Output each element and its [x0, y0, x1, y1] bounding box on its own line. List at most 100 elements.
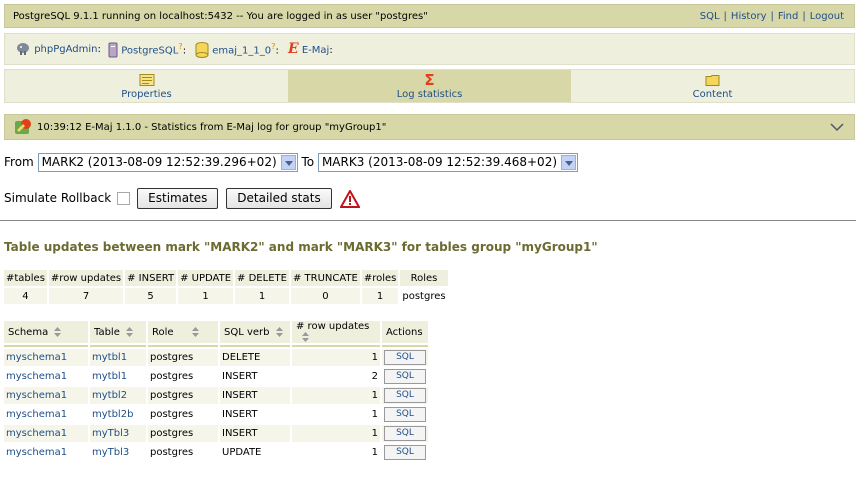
to-label: To [301, 155, 315, 169]
page-title: 10:39:12 E-Maj 1.1.0 - Statistics from E… [37, 122, 387, 133]
sql-button[interactable]: SQL [384, 388, 426, 403]
verb-cell: INSERT [220, 387, 290, 404]
summary-header: # INSERT [125, 270, 177, 286]
sql-button[interactable]: SQL [384, 445, 426, 460]
detailed-stats-button[interactable]: Detailed stats [226, 188, 332, 209]
role-cell: postgres [148, 444, 218, 461]
breadcrumb-app: phpPgAdmin: [15, 41, 101, 57]
count-cell: 1 [292, 444, 380, 461]
table-link[interactable]: myTbl3 [90, 425, 146, 442]
sigma-icon: Σ [424, 71, 435, 89]
action-cell: SQL [382, 444, 428, 461]
summary-value: postgres [400, 288, 448, 304]
count-cell: 2 [292, 368, 380, 385]
from-dropdown-icon[interactable] [280, 155, 296, 170]
sql-button[interactable]: SQL [384, 350, 426, 365]
breadcrumb: phpPgAdmin: PostgreSQL?: emaj_1_1_0?: E … [4, 33, 855, 65]
schema-link[interactable]: myschema1 [4, 368, 88, 385]
to-mark-select[interactable]: MARK3 (2013-08-09 12:52:39.468+02) [317, 153, 579, 172]
simulate-row: Simulate Rollback Estimates Detailed stat… [4, 188, 361, 209]
breadcrumb-plugin: E E-Maj: [288, 41, 333, 57]
action-cell: SQL [382, 406, 428, 423]
to-dropdown-icon[interactable] [561, 155, 577, 170]
count-cell: 1 [292, 387, 380, 404]
emaj-link[interactable]: E-Maj [302, 45, 329, 56]
role-cell: postgres [148, 425, 218, 442]
sort-icon[interactable] [125, 326, 133, 337]
summary-value: 1 [178, 288, 234, 304]
summary-header: # TRUNCATE [290, 270, 360, 286]
table-link[interactable]: mytbl1 [90, 349, 146, 366]
schema-link[interactable]: myschema1 [4, 425, 88, 442]
table-link[interactable]: mytbl2b [90, 406, 146, 423]
summary-table: #tables #row updates # INSERT # UPDATE #… [2, 268, 450, 306]
server-icon [108, 42, 118, 58]
postgresql-link[interactable]: PostgreSQL [121, 45, 178, 56]
estimates-button[interactable]: Estimates [137, 188, 219, 209]
schema-link[interactable]: myschema1 [4, 444, 88, 461]
sql-button[interactable]: SQL [384, 369, 426, 384]
schema-link[interactable]: myschema1 [4, 387, 88, 404]
warning-icon [338, 188, 361, 208]
server-info: PostgreSQL 9.1.1 running on localhost:54… [13, 11, 428, 22]
summary-value: 5 [125, 288, 177, 304]
logout-link[interactable]: Logout [810, 11, 844, 22]
sort-icon[interactable] [302, 332, 309, 342]
role-cell: postgres [148, 387, 218, 404]
schema-link[interactable]: myschema1 [4, 406, 88, 423]
schema-link[interactable]: myschema1 [4, 349, 88, 366]
verb-cell: INSERT [220, 425, 290, 442]
table-row: myschema1 myTbl3 postgres INSERT 1 SQL [4, 425, 428, 442]
history-link[interactable]: History [731, 11, 767, 22]
tab-properties-label: Properties [121, 89, 172, 100]
mark-selection-row: From MARK2 (2013-08-09 12:52:39.296+02) … [4, 153, 579, 172]
table-row: myschema1 mytbl2b postgres INSERT 1 SQL [4, 406, 428, 423]
from-mark-value: MARK2 (2013-08-09 12:52:39.296+02) [41, 155, 277, 169]
section-title: Table updates between mark "MARK2" and m… [4, 240, 598, 254]
table-link[interactable]: mytbl2 [90, 387, 146, 404]
simulate-rollback-checkbox[interactable] [117, 192, 131, 205]
table-row: myschema1 mytbl1 postgres INSERT 2 SQL [4, 368, 428, 385]
sql-link[interactable]: SQL [700, 11, 720, 22]
from-mark-select[interactable]: MARK2 (2013-08-09 12:52:39.296+02) [37, 153, 298, 172]
breadcrumb-server: PostgreSQL?: [108, 41, 186, 58]
title-bar: 10:39:12 E-Maj 1.1.0 - Statistics from E… [4, 114, 855, 140]
summary-header-row: #tables #row updates # INSERT # UPDATE #… [4, 270, 448, 286]
tab-log-statistics-label: Log statistics [396, 89, 463, 100]
column-header-sql-verb[interactable]: SQL verb [220, 321, 290, 343]
tab-bar: Properties Σ Log statistics Content [4, 69, 855, 103]
emaj-logo-icon [15, 119, 31, 134]
sql-button[interactable]: SQL [384, 426, 426, 441]
column-header-role[interactable]: Role [148, 321, 218, 343]
summary-header: #roles [361, 270, 399, 286]
folder-icon [705, 75, 719, 86]
column-header-actions: Actions [382, 321, 428, 343]
column-header-table[interactable]: Table [90, 321, 146, 343]
phppgadmin-link[interactable]: phpPgAdmin [34, 44, 97, 55]
database-link[interactable]: emaj_1_1_0 [212, 45, 271, 56]
sort-icon[interactable] [275, 326, 283, 337]
summary-value: 4 [4, 288, 47, 304]
summary-header: Roles [400, 270, 448, 286]
summary-header: # UPDATE [178, 270, 234, 286]
tab-properties[interactable]: Properties [5, 70, 288, 102]
collapse-icon[interactable] [830, 123, 844, 132]
table-link[interactable]: mytbl1 [90, 368, 146, 385]
summary-value: 1 [361, 288, 399, 304]
column-header-schema[interactable]: Schema [4, 321, 88, 343]
count-cell: 1 [292, 406, 380, 423]
sort-icon[interactable] [54, 326, 62, 337]
tab-content[interactable]: Content [571, 70, 854, 102]
sql-button[interactable]: SQL [384, 407, 426, 422]
database-help-icon[interactable]: ? [271, 41, 275, 51]
find-link[interactable]: Find [778, 11, 799, 22]
summary-header: # DELETE [235, 270, 289, 286]
tab-log-statistics[interactable]: Σ Log statistics [288, 70, 571, 102]
server-help-icon[interactable]: ? [178, 41, 182, 51]
column-header-row-updates[interactable]: # row updates [292, 321, 380, 343]
table-link[interactable]: myTbl3 [90, 444, 146, 461]
breadcrumb-database: emaj_1_1_0?: [195, 41, 279, 59]
action-cell: SQL [382, 368, 428, 385]
sort-icon[interactable] [191, 326, 199, 337]
count-cell: 1 [292, 349, 380, 366]
